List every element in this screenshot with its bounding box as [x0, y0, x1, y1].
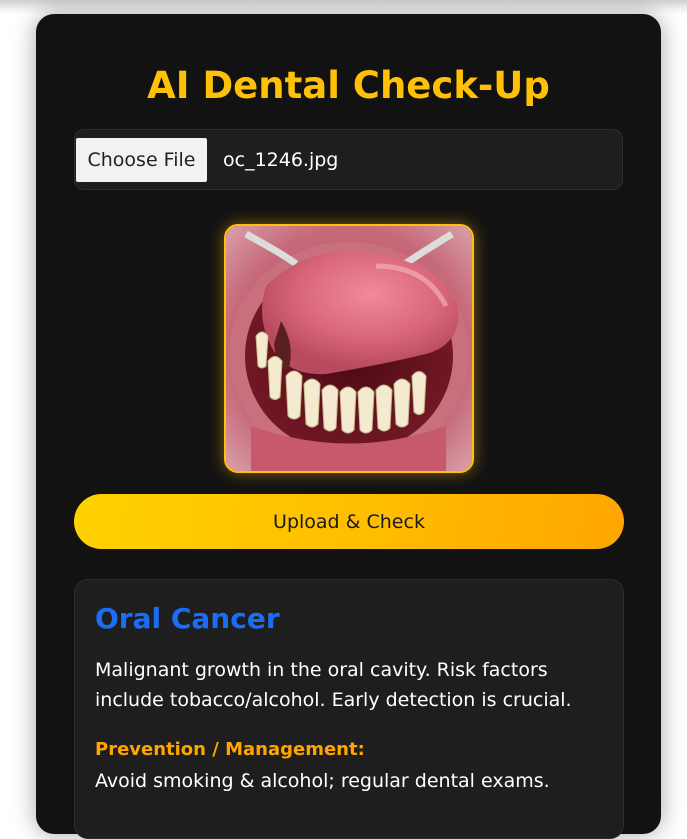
condition-title: Oral Cancer	[95, 602, 280, 635]
condition-description: Malignant growth in the oral cavity. Ris…	[95, 659, 572, 711]
file-input[interactable]: Choose File oc_1246.jpg	[74, 129, 623, 190]
diagnosis-result-panel: Oral Cancer Malignant growth in the oral…	[74, 579, 624, 839]
prevention-label: Prevention / Management:	[95, 739, 365, 760]
browser-top-shadow	[0, 0, 687, 14]
image-preview	[224, 224, 474, 473]
page-title: AI Dental Check-Up	[147, 64, 550, 107]
upload-check-button[interactable]: Upload & Check	[74, 494, 624, 549]
mouth-photo	[226, 226, 472, 471]
choose-file-button[interactable]: Choose File	[76, 138, 207, 182]
selected-file-name: oc_1246.jpg	[223, 149, 339, 171]
prevention-text: Avoid smoking & alcohol; regular dental …	[95, 770, 550, 792]
checkup-card: AI Dental Check-Up Choose File oc_1246.j…	[36, 14, 661, 839]
